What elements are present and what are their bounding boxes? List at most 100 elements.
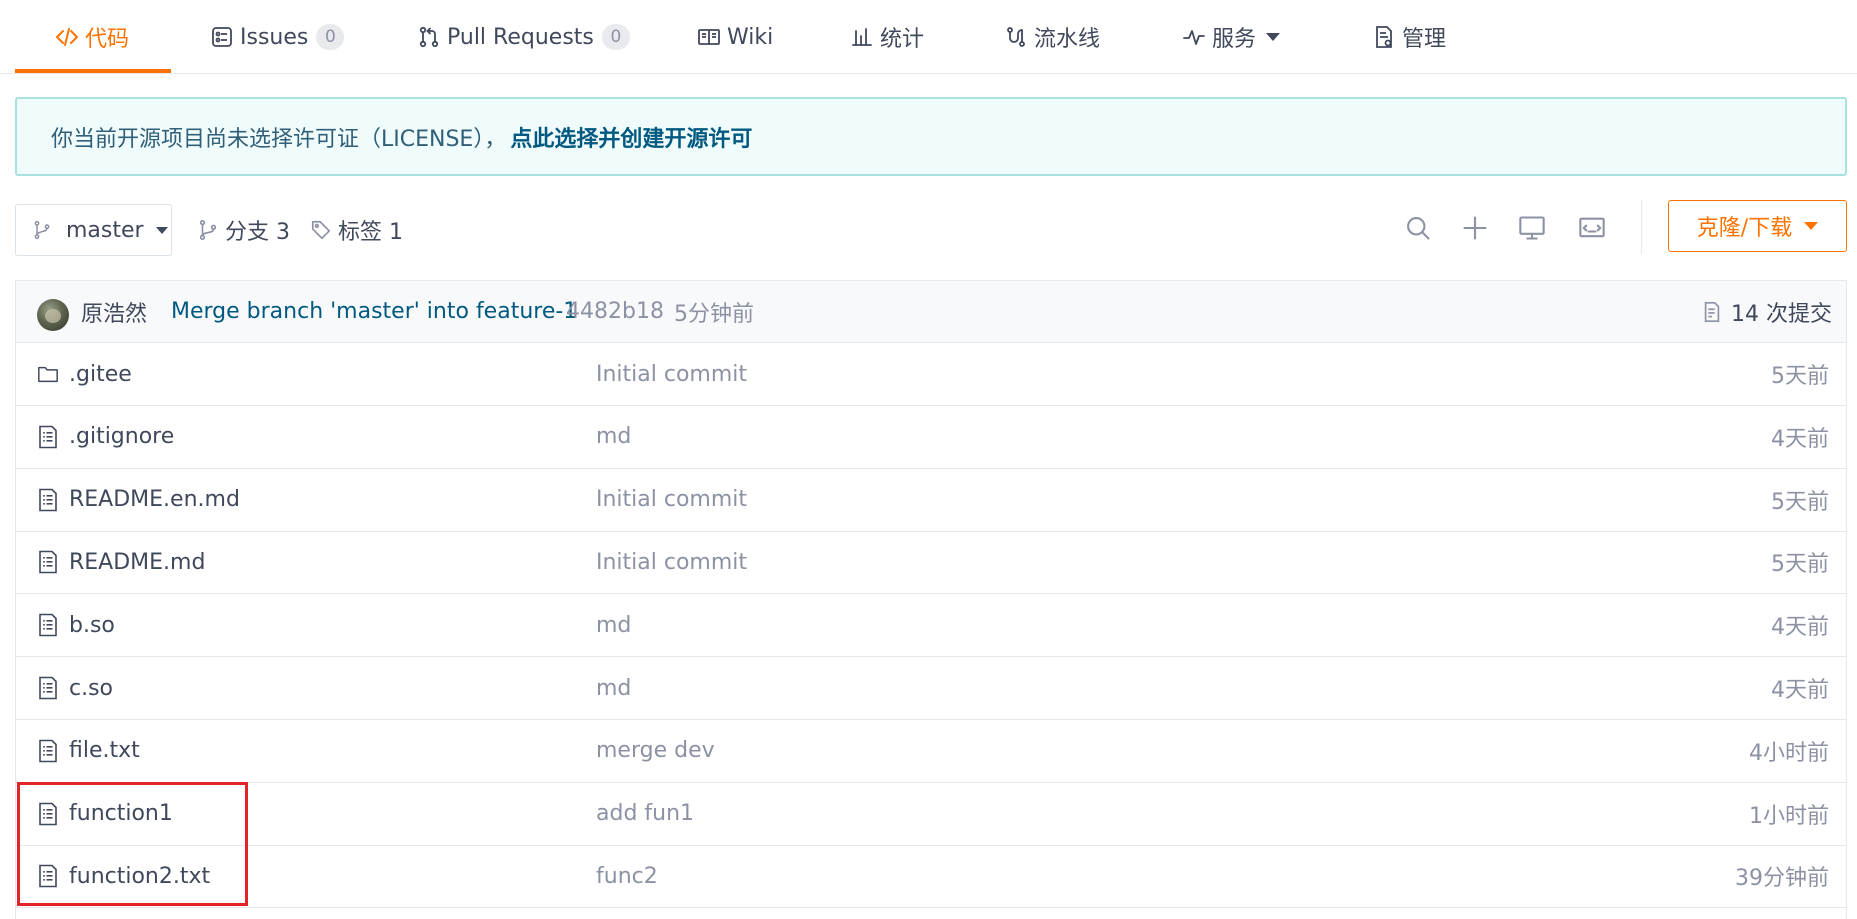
file-text-icon — [39, 802, 57, 825]
tab-stats[interactable]: 统计 — [850, 0, 924, 74]
file-commit-message[interactable]: Initial commit — [596, 362, 747, 387]
tab-manage[interactable]: 管理 — [1372, 0, 1446, 74]
table-row[interactable]: function2.txt func2 39分钟前 — [16, 845, 1846, 909]
file-commit-time: 4天前 — [1771, 678, 1829, 703]
file-commit-message[interactable]: merge dev — [596, 738, 715, 763]
deploy-button[interactable] — [1516, 212, 1548, 244]
file-name[interactable]: c.so — [69, 676, 113, 701]
toolbar-divider — [1641, 200, 1642, 254]
tags-link[interactable]: 标签 1 — [310, 204, 403, 256]
table-row[interactable]: c.so md 4天前 — [16, 657, 1846, 720]
file-name[interactable]: file.txt — [69, 738, 140, 763]
tag-icon — [311, 220, 331, 240]
tab-pipeline[interactable]: 流水线 — [1004, 0, 1100, 74]
tab-services-label: 服务 — [1212, 27, 1257, 52]
file-text-icon — [39, 613, 57, 637]
table-row[interactable]: README.md Initial commit 5天前 — [16, 531, 1846, 595]
file-name[interactable]: .gitee — [69, 362, 132, 387]
pull-requests-count-badge: 0 — [601, 24, 630, 50]
avatar[interactable] — [37, 299, 69, 331]
branch-select[interactable]: master — [15, 204, 172, 256]
issues-icon — [212, 27, 232, 47]
web-ide-icon — [1579, 217, 1605, 238]
commit-time: 5分钟前 — [674, 301, 754, 327]
file-name[interactable]: .gitignore — [69, 424, 174, 449]
file-name[interactable]: README.en.md — [69, 487, 240, 512]
plus-icon — [1463, 216, 1487, 240]
web-ide-button[interactable] — [1576, 212, 1608, 244]
commit-history-link[interactable]: 14 次提交 — [1701, 296, 1832, 328]
commit-author[interactable]: 原浩然 — [81, 296, 147, 328]
branches-link[interactable]: 分支 3 — [197, 204, 290, 256]
tab-code-label: 代码 — [85, 27, 130, 52]
pulse-icon — [1183, 30, 1205, 45]
active-tab-indicator — [15, 69, 171, 73]
search-icon — [1407, 217, 1430, 240]
repo-tabs: 代码 Issues 0 Pull Requests 0 Wiki 统计 流水线 … — [0, 0, 1857, 74]
file-text-icon — [39, 425, 57, 449]
search-button[interactable] — [1402, 212, 1434, 244]
tab-pull-requests-label: Pull Requests — [447, 24, 594, 50]
file-name[interactable]: README.md — [69, 550, 205, 575]
chevron-down-icon — [155, 226, 168, 234]
bar-chart-icon — [852, 28, 872, 46]
latest-commit-row: 原浩然 Merge branch 'master' into feature-1… — [16, 281, 1846, 343]
clone-download-button[interactable]: 克隆/下载 — [1668, 200, 1847, 252]
chevron-down-icon — [1804, 222, 1819, 230]
commit-count: 14 次提交 — [1731, 301, 1832, 327]
tab-manage-label: 管理 — [1402, 27, 1447, 52]
pull-request-icon — [419, 26, 439, 48]
tab-wiki[interactable]: Wiki — [697, 0, 773, 74]
monitor-icon — [1519, 216, 1545, 240]
branches-count: 分支 3 — [225, 220, 290, 245]
tags-count: 标签 1 — [338, 220, 403, 245]
table-row[interactable]: .gitee Initial commit 5天前 — [16, 343, 1846, 406]
tab-wiki-label: Wiki — [727, 24, 774, 50]
file-commit-time: 39分钟前 — [1735, 866, 1829, 892]
file-commit-message[interactable]: func2 — [596, 864, 658, 889]
table-row[interactable]: function1 add fun1 1小时前 — [16, 783, 1846, 846]
license-notice: 你当前开源项目尚未选择许可证（LICENSE）， 点此选择并创建开源许可 — [15, 97, 1847, 176]
table-row[interactable]: README.en.md Initial commit 5天前 — [16, 469, 1846, 532]
clone-download-label: 克隆/下载 — [1696, 216, 1793, 241]
book-icon — [698, 29, 720, 45]
tab-pull-requests[interactable]: Pull Requests 0 — [417, 0, 630, 74]
file-name[interactable]: function1 — [69, 801, 173, 826]
file-commit-message[interactable]: md — [596, 613, 631, 638]
file-commit-message[interactable]: md — [596, 424, 631, 449]
file-name[interactable]: function2.txt — [69, 864, 210, 889]
file-commit-time: 5天前 — [1771, 364, 1829, 389]
file-commit-message[interactable]: Initial commit — [596, 550, 747, 575]
issues-count-badge: 0 — [316, 24, 345, 50]
file-commit-message[interactable]: add fun1 — [596, 801, 694, 826]
file-commit-time: 4小时前 — [1749, 740, 1829, 766]
table-row[interactable]: b.so md 4天前 — [16, 594, 1846, 658]
tab-code[interactable]: 代码 — [55, 0, 129, 74]
commit-sha[interactable]: 4482b18 — [566, 299, 664, 324]
table-row[interactable]: file.txt merge dev 4小时前 — [16, 720, 1846, 783]
file-text-icon — [39, 488, 57, 511]
file-text-icon — [39, 676, 57, 700]
chevron-down-icon — [1266, 33, 1281, 41]
tab-services[interactable]: 服务 — [1182, 0, 1281, 74]
tab-issues-label: Issues — [240, 24, 309, 50]
file-commit-message[interactable]: Initial commit — [596, 487, 747, 512]
create-license-link[interactable]: 点此选择并创建开源许可 — [510, 121, 752, 153]
code-icon — [56, 28, 78, 46]
folder-icon — [38, 366, 58, 383]
file-name[interactable]: b.so — [69, 613, 115, 638]
branch-icon — [34, 220, 50, 240]
file-commit-time: 4天前 — [1771, 615, 1829, 641]
file-commit-message[interactable]: md — [596, 676, 631, 701]
table-row[interactable]: .gitignore md 4天前 — [16, 406, 1846, 469]
pipeline-icon — [1007, 27, 1025, 47]
commit-message[interactable]: Merge branch 'master' into feature-1 — [171, 299, 577, 324]
settings-doc-icon — [1376, 26, 1392, 48]
file-commit-time: 4天前 — [1771, 426, 1829, 452]
file-commit-time: 5天前 — [1771, 552, 1829, 578]
tab-pipeline-label: 流水线 — [1034, 27, 1101, 52]
add-file-button[interactable] — [1459, 212, 1491, 244]
license-notice-text: 你当前开源项目尚未选择许可证（LICENSE）， — [51, 126, 507, 152]
tab-issues[interactable]: Issues 0 — [210, 0, 345, 74]
file-commit-time: 5天前 — [1771, 489, 1829, 515]
